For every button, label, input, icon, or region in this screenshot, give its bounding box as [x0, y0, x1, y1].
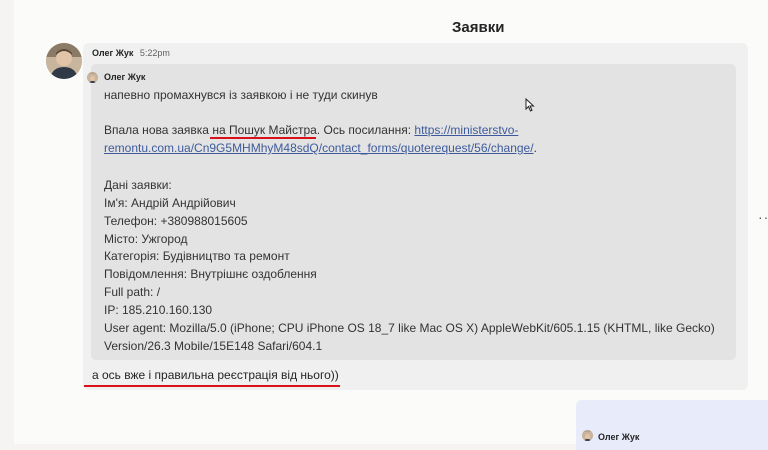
details-title: Дані заявки: [104, 178, 172, 192]
detail-message: Повідомлення: Внутрішнє оздоблення [104, 267, 317, 281]
site-name: на Пошук Майстра. [212, 123, 321, 137]
detail-full-path: Full path: / [104, 285, 161, 299]
request-link[interactable]: https://ministerstvo- [414, 123, 518, 137]
message-header: Олег Жук 5:22pm [92, 48, 170, 58]
next-message-card[interactable] [576, 400, 768, 450]
quote-line-2: Впала нова заявка на Пошук Майстра. Ось … [104, 123, 518, 137]
message-timestamp: 5:22pm [139, 48, 170, 58]
detail-name: Ім'я: Андрій Андрійович [104, 196, 236, 210]
mouse-pointer-icon [525, 98, 535, 112]
detail-city: Місто: Ужгород [104, 232, 188, 246]
next-message-avatar [582, 430, 593, 441]
next-message-author: Олег Жук [598, 432, 640, 442]
page-title: Заявки [452, 19, 505, 36]
annotation-underline [210, 137, 316, 139]
annotation-underline [84, 385, 340, 387]
quote-text: . [533, 141, 537, 155]
quote-author: Олег Жук [104, 72, 146, 82]
detail-category: Категорія: Будівництво та ремонт [104, 249, 290, 263]
quote-text: Впала нова заявка [104, 123, 213, 137]
detail-user-agent-cont: Version/26.3 Mobile/15E148 Safari/604.1 [104, 339, 323, 353]
message-body: а ось вже і правильна реєстрація від ньо… [92, 368, 339, 382]
detail-ip: IP: 185.210.160.130 [104, 303, 213, 317]
quote-avatar [87, 72, 98, 83]
detail-phone: Телефон: +380988015605 [104, 214, 248, 228]
avatar[interactable] [46, 43, 82, 79]
quote-text: Ось посилання: [320, 123, 415, 137]
message-author[interactable]: Олег Жук [92, 48, 133, 58]
quote-line-1: напевно промахнувся із заявкою і не туди… [104, 88, 378, 102]
more-horizontal-icon[interactable]: ·· [758, 209, 768, 225]
request-link-continued[interactable]: remontu.com.ua/Cn9G5MHMhyM48sdQ/contact_… [104, 141, 534, 155]
avatar-photo [46, 43, 82, 79]
detail-user-agent: User agent: Mozilla/5.0 (iPhone; CPU iPh… [104, 321, 715, 335]
quote-line-3: remontu.com.ua/Cn9G5MHMhyM48sdQ/contact_… [104, 141, 537, 155]
